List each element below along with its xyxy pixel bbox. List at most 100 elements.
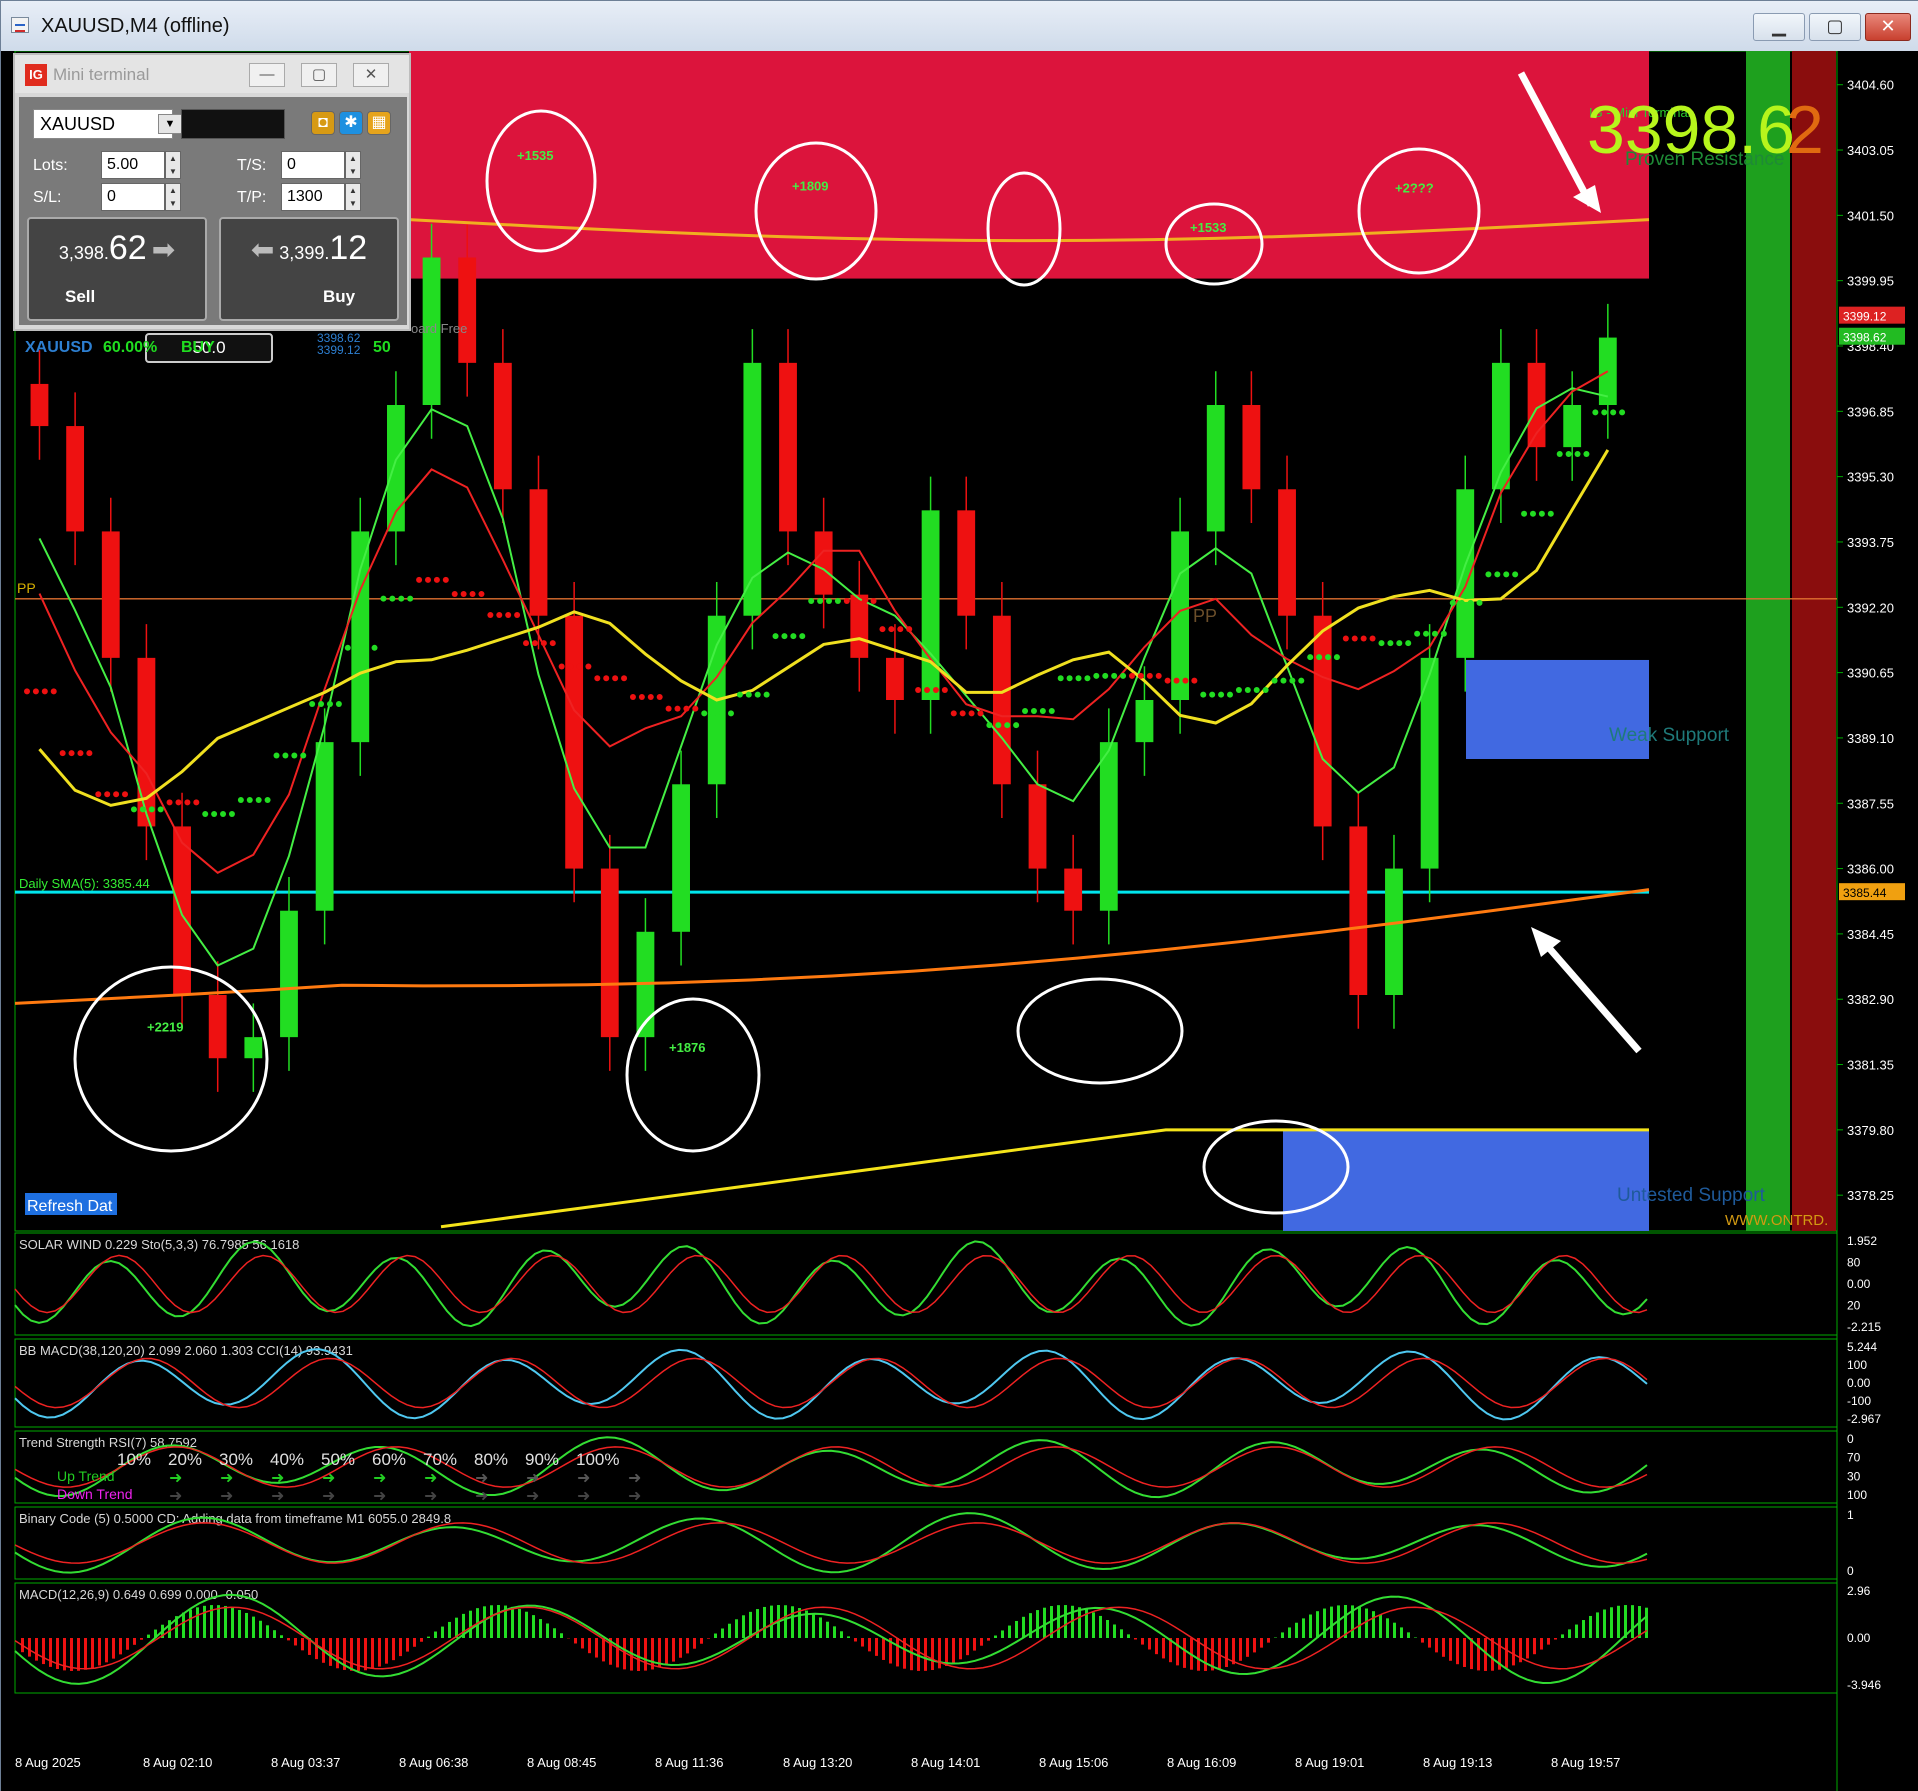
mini-maximize-button[interactable]: ▢ [301,63,337,87]
trend-dot [425,576,431,583]
macd-histogram-bar [1253,1638,1256,1653]
chevron-down-icon[interactable]: ▼ [158,114,182,134]
macd-histogram-bar [1533,1638,1536,1655]
tp-stepper[interactable]: ▲ ▼ [345,183,361,211]
minimize-button[interactable]: ▁ [1753,13,1805,41]
trend-dot [139,806,146,813]
trend-dot [1039,708,1046,715]
ts-stepper[interactable]: ▲ ▼ [345,151,361,179]
macd-histogram-bar [182,1612,185,1638]
title-bar[interactable]: XAUUSD,M4 (offline) ▁ ▢ ✕ [1,1,1918,51]
trend-dot [1209,691,1216,698]
trend-dot [1333,654,1340,661]
candle-body [672,784,690,932]
close-button[interactable]: ✕ [1865,13,1911,41]
trend-dot [826,597,832,604]
trend-dot [1298,677,1305,684]
sl-stepper[interactable]: ▲ ▼ [165,183,181,211]
trend-dot [237,796,244,803]
macd-histogram-bar [931,1638,934,1671]
summary-symbol: XAUUSD [25,339,93,356]
mini-terminal[interactable]: IG Mini terminal — ▢ ✕ XAUUSD ▼ ◘ ✱ ▦ Lo… [13,53,411,363]
maximize-button[interactable]: ▢ [1809,13,1861,41]
trend-dot [549,640,556,647]
annotation-label: +2??? [1395,180,1434,195]
macd-histogram-bar [1561,1634,1564,1638]
trend-dot [416,576,423,583]
candle-body [137,657,156,827]
macd-histogram-bar [1078,1607,1081,1638]
macd-histogram-bar [1386,1618,1389,1638]
macd-histogram-bar [1407,1632,1410,1638]
macd-histogram-bar [1232,1638,1235,1665]
macd-histogram-bar [1547,1638,1550,1645]
indicator-axis-label: 0 [1847,1432,1854,1446]
trend-dot [808,597,815,604]
ig-logo-icon: IG [25,64,47,86]
macd-histogram-bar [28,1638,31,1657]
lots-input[interactable]: 5.00 [101,151,165,179]
trend-dot [1155,672,1162,679]
trend-dot [1200,691,1207,698]
ts-input[interactable]: 0 [281,151,345,179]
sl-input[interactable]: 0 [101,183,165,211]
trend-dot [282,752,289,759]
mini-minimize-button[interactable]: — [249,63,285,87]
down-trend-arrow: ➜ [220,1488,233,1505]
candle-body [1456,489,1475,658]
strength-percent-label: 30% [219,1450,253,1469]
trend-dot [1173,677,1180,684]
ts-label: T/S: [237,157,267,174]
annotation-label: +1809 [792,179,829,194]
sell-button[interactable]: 3,398.62 ➡ Sell [27,217,207,321]
macd-histogram-bar [602,1638,605,1662]
grid-tool-icon[interactable]: ▦ [367,111,391,135]
up-trend-arrow: ➜ [169,1470,182,1487]
macd-histogram-bar [1036,1610,1039,1638]
macd-histogram-bar [1260,1638,1263,1648]
macd-histogram-bar [840,1631,843,1638]
macd-histogram-bar [875,1638,878,1656]
indicator-axis-label: 1.952 [1847,1234,1877,1248]
mini-terminal-titlebar[interactable]: IG Mini terminal — ▢ ✕ [15,55,409,93]
trend-dot [68,750,75,757]
trend-dot [790,633,797,640]
trend-dot [1440,630,1447,637]
price-tick-label: 3403.05 [1847,143,1894,158]
up-trend-arrow: ➜ [424,1470,437,1487]
mini-close-button[interactable]: ✕ [353,63,389,87]
candle-body [1064,868,1083,911]
arrow-right-icon: ➡ [151,234,176,265]
candle-body [1385,868,1403,995]
bear-strength-bar [1792,51,1836,1231]
trend-dot [1414,630,1421,637]
macd-histogram-bar [49,1638,52,1667]
macd-histogram-bar [1225,1638,1228,1668]
gear-icon[interactable]: ✱ [339,111,363,135]
macd-histogram-bar [735,1619,738,1638]
trend-dot [558,663,565,670]
down-trend-arrow: ➜ [628,1488,641,1505]
macd-histogram-bar [1631,1605,1634,1638]
trend-dot [255,796,262,803]
macd-histogram-bar [1302,1618,1305,1638]
macd-histogram-bar [70,1638,73,1671]
trend-dot [594,675,601,682]
macd-histogram-bar [1057,1605,1060,1638]
symbol-select[interactable]: XAUUSD ▼ [33,109,182,139]
tp-input[interactable]: 1300 [281,183,345,211]
buy-button[interactable]: ⬅ 3,399.12 Buy [219,217,399,321]
pp-label-2: PP [1193,606,1217,626]
candle-body [458,257,477,363]
trend-dot [1146,672,1153,679]
trend-dot [772,633,779,640]
macd-histogram-bar [1449,1638,1452,1661]
settings-tool-icon[interactable]: ◘ [311,111,335,135]
trend-dot [1494,571,1501,578]
macd-histogram-bar [1113,1624,1116,1638]
trend-dot [1235,686,1242,693]
trend-dot [1547,510,1554,517]
lots-stepper[interactable]: ▲ ▼ [165,151,181,179]
macd-histogram-bar [1120,1629,1123,1638]
trend-dot [211,811,218,818]
